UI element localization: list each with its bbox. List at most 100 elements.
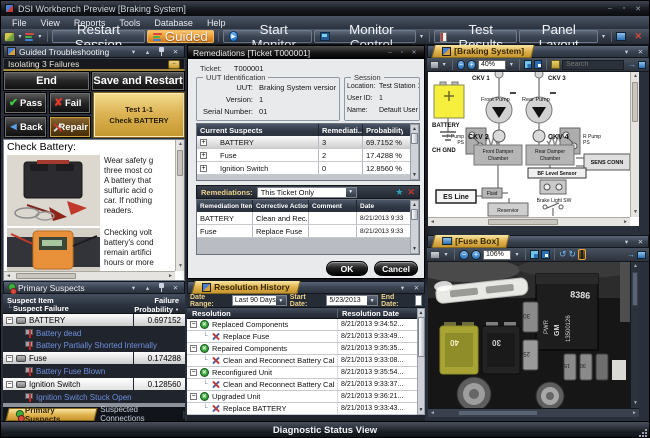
collapse-box-icon[interactable]: − (190, 321, 197, 328)
history-row[interactable]: −✕Reconfigured Unit 8/21/2013 9:35:54... (187, 367, 425, 379)
zoom-out-icon[interactable]: − (459, 250, 469, 260)
zoom-out-icon[interactable]: − (457, 60, 466, 70)
highlight-image-button[interactable] (578, 249, 586, 260)
collapse-box-icon[interactable]: − (6, 381, 13, 388)
maximize-icon[interactable]: ▫ (397, 48, 407, 57)
column-suspect-failure[interactable]: └ Suspect Failure (7, 304, 69, 313)
remediation-row-fuse[interactable]: Fuse Replace Fuse 8/21/2013 9:33... (197, 225, 419, 238)
close-icon[interactable]: ✕ (409, 48, 419, 57)
guided-button[interactable]: Guided (147, 30, 214, 43)
chevron-up-icon[interactable]: ▴ (142, 283, 153, 293)
scroll-left-icon[interactable]: ◄ (4, 272, 13, 281)
print-icon[interactable] (430, 61, 439, 69)
chevron-down-icon[interactable]: ▾ (367, 296, 377, 305)
menu-item-file[interactable]: File (5, 16, 34, 29)
suspect-row-battery[interactable]: − BATTERY (3, 314, 133, 326)
chevron-down-icon[interactable]: ▾ (600, 33, 607, 40)
chevron-down-icon[interactable]: ▾ (36, 33, 43, 40)
chevron-down-icon[interactable]: ▾ (441, 61, 448, 68)
close-icon[interactable]: ✕ (631, 3, 645, 14)
zoom-level-input[interactable] (478, 60, 506, 70)
chevron-down-icon[interactable]: ▾ (128, 283, 139, 293)
minimize-icon[interactable]: – (603, 3, 617, 14)
menu-item-help[interactable]: Help (200, 16, 233, 29)
scroll-down-icon[interactable]: ▼ (176, 262, 185, 271)
zoom-in-icon[interactable]: + (471, 250, 481, 260)
photo-horizontal-scrollbar[interactable]: ◄ ► (428, 408, 639, 417)
chevron-down-icon[interactable]: ▾ (621, 237, 632, 247)
menu-item-database[interactable]: Database (147, 16, 200, 29)
history-row[interactable]: └Clean and Reconnect Battery Cables 8/21… (187, 355, 425, 367)
ok-button[interactable]: OK (326, 261, 368, 276)
expand-box-icon[interactable]: + (200, 139, 207, 146)
front-pump-symbol[interactable]: Front Pump (481, 92, 516, 123)
es-line-symbol[interactable]: ES Line (436, 190, 476, 203)
scroll-up-icon[interactable]: ▲ (176, 140, 185, 149)
print-icon[interactable] (430, 251, 440, 259)
chevron-down-icon[interactable]: ▾ (508, 61, 515, 68)
test-results-button[interactable]: Test Results (434, 30, 518, 43)
forward-arrow-icon[interactable]: → (627, 250, 635, 259)
brake-light-switch-symbol[interactable]: Brake Light SW (537, 198, 572, 209)
chevron-down-icon[interactable]: ▾ (621, 47, 632, 57)
scroll-right-icon[interactable]: ► (621, 218, 630, 227)
chassis-ground-symbol[interactable]: CH GND (432, 132, 456, 154)
tab-braking-system[interactable]: [Braking System] (431, 45, 534, 58)
collapse-box-icon[interactable]: − (6, 355, 13, 362)
session-icon[interactable] (4, 32, 15, 42)
schematic-horizontal-scrollbar[interactable]: ◄ ► (428, 217, 630, 226)
close-icon[interactable]: ✕ (635, 237, 646, 247)
scroll-right-icon[interactable]: ► (166, 272, 175, 281)
collapse-icon[interactable]: − (168, 60, 180, 69)
expand-box-icon[interactable]: + (200, 165, 207, 172)
suspect-row-ignition[interactable]: − Ignition Switch (3, 378, 133, 390)
forward-arrow-icon[interactable]: → (628, 60, 636, 69)
column-failure-probability[interactable]: Failure Probability▼ (134, 296, 179, 314)
schematic-canvas[interactable]: BATTERY CKV 1 CKV 3 Front Pump (428, 72, 639, 226)
suspects-vertical-scrollbar[interactable]: ▲ ▼ (410, 124, 419, 180)
history-row[interactable]: └Replace Fuse 8/21/2013 9:33:49... (187, 331, 425, 343)
rear-damper-chamber-symbol[interactable]: Rear Damper Chamber (526, 145, 574, 165)
rear-pump-symbol[interactable]: Rear Pump (522, 92, 556, 123)
current-suspects-header[interactable]: Current Suspects Remediati... Probabilit… (197, 124, 419, 136)
history-row[interactable]: −✕Upgraded Unit 8/21/2013 9:36:21... (187, 391, 425, 403)
bf-level-sensor-symbol[interactable]: BF Level Sensor (528, 168, 586, 194)
front-damper-chamber-symbol[interactable]: Front Damper Chamber (474, 145, 522, 165)
column-resolution-date[interactable]: Resolution Date (337, 309, 399, 318)
suspect-row-fuse[interactable]: − Fuse (3, 352, 133, 364)
screenshot-icon[interactable] (616, 32, 627, 41)
save-and-restart-button[interactable]: Save and Restart (91, 71, 185, 91)
scroll-down-icon[interactable]: ▼ (412, 171, 417, 179)
chevron-down-icon[interactable]: ▾ (17, 33, 24, 40)
ckv1-symbol[interactable] (495, 72, 503, 78)
scroll-down-icon[interactable]: ▼ (631, 399, 640, 408)
mode-bars-icon[interactable] (25, 33, 34, 41)
chevron-down-icon[interactable]: ▾ (276, 296, 286, 305)
close-icon[interactable]: ✕ (170, 47, 181, 57)
grid-icon[interactable] (524, 60, 532, 69)
fusebox-photo-canvas[interactable]: 8386 PWR GM 13500126 40 (428, 262, 639, 408)
cancel-button[interactable]: Cancel (374, 261, 418, 276)
suspect-row-battery-dead[interactable]: Battery dead (3, 327, 185, 339)
restart-session-button[interactable]: Restart Session (52, 30, 145, 43)
collapse-box-icon[interactable]: − (190, 345, 197, 352)
pin-icon[interactable] (156, 47, 167, 57)
column-resolution[interactable]: Resolution (187, 309, 231, 318)
reservoir-symbol[interactable]: Reservior (488, 203, 528, 216)
scrollbar-thumb[interactable] (488, 219, 558, 225)
schematic-vertical-scrollbar[interactable]: ▲ ▼ (630, 72, 639, 217)
current-test-button[interactable]: Test 1-1 Check BATTERY (93, 92, 185, 138)
scroll-down-icon[interactable]: ▼ (412, 245, 417, 253)
scroll-up-icon[interactable]: ▲ (631, 72, 640, 81)
delete-remediation-icon[interactable]: ✕ (407, 187, 415, 198)
scrollbar-thumb[interactable] (411, 209, 418, 220)
sens-conn-symbol[interactable]: SENS CONN (584, 154, 630, 170)
panel-tool-icon[interactable] (638, 61, 646, 69)
tab-resolution-history[interactable]: Resolution History (191, 281, 300, 294)
history-row[interactable]: −✕Repaired Components 8/21/2013 9:35:35.… (187, 343, 425, 355)
suspects-column-headers[interactable]: Suspect Item └ Suspect Failure Failure P… (3, 294, 185, 314)
chevron-up-icon[interactable]: ▴ (142, 47, 153, 57)
scroll-down-icon[interactable]: ▼ (631, 208, 640, 217)
monitor-control-button[interactable]: Monitor Control (314, 30, 416, 43)
collapse-box-icon[interactable]: − (190, 393, 197, 400)
